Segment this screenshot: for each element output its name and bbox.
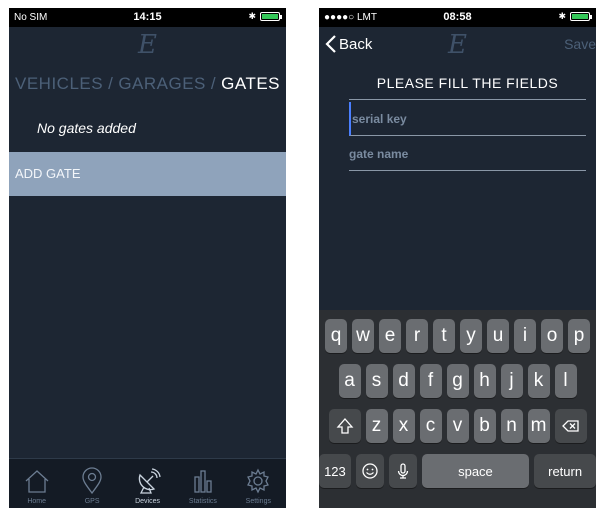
dictation-key[interactable] <box>388 454 417 488</box>
app-logo: E <box>138 30 157 60</box>
key-l[interactable]: l <box>554 364 577 398</box>
tab-separator: / <box>108 74 114 93</box>
keyboard-row-3: z x c v b n m <box>319 409 596 443</box>
key-y[interactable]: y <box>460 319 482 353</box>
numbers-key[interactable]: 123 <box>319 454 351 488</box>
key-h[interactable]: h <box>473 364 496 398</box>
status-bar: No SIM 14:15 ✱ <box>9 8 286 27</box>
key-t[interactable]: t <box>433 319 455 353</box>
bottom-tab-bar: Home GPS Devices Statistics Settings <box>9 458 286 508</box>
delete-key[interactable] <box>554 409 587 443</box>
serial-key-input[interactable] <box>349 102 586 136</box>
tab-devices[interactable]: Devices <box>120 459 175 508</box>
status-icons: ✱ <box>248 11 282 22</box>
shift-key[interactable] <box>328 409 361 443</box>
add-gate-screen: ●●●●○ LMT 08:58 ✱ Back E Save PLEASE FIL… <box>319 8 596 508</box>
key-f[interactable]: f <box>419 364 442 398</box>
tab-statistics[interactable]: Statistics <box>175 459 230 508</box>
key-r[interactable]: r <box>406 319 428 353</box>
key-k[interactable]: k <box>527 364 550 398</box>
satellite-dish-icon <box>138 468 161 494</box>
key-d[interactable]: d <box>392 364 415 398</box>
bluetooth-icon: ✱ <box>248 11 256 21</box>
key-n[interactable]: n <box>500 409 523 443</box>
key-j[interactable]: j <box>500 364 523 398</box>
segment-tabs: VEHICLES / GARAGES / GATES <box>9 74 286 94</box>
add-gate-button[interactable]: ADD GATE <box>9 152 286 196</box>
tab-settings[interactable]: Settings <box>231 459 286 508</box>
tab-garages[interactable]: GARAGES <box>118 74 206 93</box>
key-b[interactable]: b <box>473 409 496 443</box>
bluetooth-icon: ✱ <box>558 11 566 21</box>
microphone-icon <box>397 463 408 479</box>
key-g[interactable]: g <box>446 364 469 398</box>
space-key[interactable]: space <box>421 454 530 488</box>
tab-gps[interactable]: GPS <box>64 459 119 508</box>
key-a[interactable]: a <box>338 364 361 398</box>
key-v[interactable]: v <box>446 409 469 443</box>
status-time: 14:15 <box>133 11 162 23</box>
form-title: PLEASE FILL THE FIELDS <box>349 75 586 100</box>
tab-vehicles[interactable]: VEHICLES <box>15 74 103 93</box>
navigation-bar: Back E Save <box>319 27 596 63</box>
key-i[interactable]: i <box>514 319 536 353</box>
bar-chart-icon <box>194 470 212 493</box>
key-p[interactable]: p <box>568 319 590 353</box>
key-z[interactable]: z <box>365 409 388 443</box>
key-m[interactable]: m <box>527 409 550 443</box>
backspace-icon <box>561 420 579 432</box>
key-u[interactable]: u <box>487 319 509 353</box>
key-o[interactable]: o <box>541 319 563 353</box>
tab-gates[interactable]: GATES <box>221 74 280 93</box>
shift-icon <box>336 418 353 434</box>
app-logo: E <box>448 30 467 60</box>
save-button[interactable]: Save <box>564 36 596 52</box>
gates-screen: No SIM 14:15 ✱ E VEHICLES / GARAGES / GATES … <box>9 8 286 508</box>
status-time: 08:58 <box>443 11 472 23</box>
return-key[interactable]: return <box>534 454 596 488</box>
key-w[interactable]: w <box>352 319 374 353</box>
battery-icon <box>260 12 282 21</box>
keyboard-row-1: q w e r t y u i o p <box>319 319 596 353</box>
gear-icon <box>247 468 270 494</box>
battery-icon <box>570 12 592 21</box>
location-pin-icon <box>82 467 102 495</box>
emoji-key[interactable] <box>355 454 384 488</box>
emoji-icon <box>362 463 378 479</box>
status-bar: ●●●●○ LMT 08:58 ✱ <box>319 8 596 27</box>
status-icons: ✱ <box>558 11 592 22</box>
tab-home[interactable]: Home <box>9 459 64 508</box>
key-c[interactable]: c <box>419 409 442 443</box>
on-screen-keyboard: q w e r t y u i o p a s d f g h j k l z <box>319 310 596 508</box>
key-x[interactable]: x <box>392 409 415 443</box>
key-s[interactable]: s <box>365 364 388 398</box>
tab-separator: / <box>210 74 217 93</box>
key-q[interactable]: q <box>325 319 347 353</box>
home-icon <box>25 470 49 493</box>
keyboard-row-2: a s d f g h j k l <box>319 364 596 398</box>
key-e[interactable]: e <box>379 319 401 353</box>
empty-state-message: No gates added <box>37 120 136 136</box>
gate-name-input[interactable] <box>349 137 586 171</box>
keyboard-row-4: 123 space return <box>319 454 596 488</box>
